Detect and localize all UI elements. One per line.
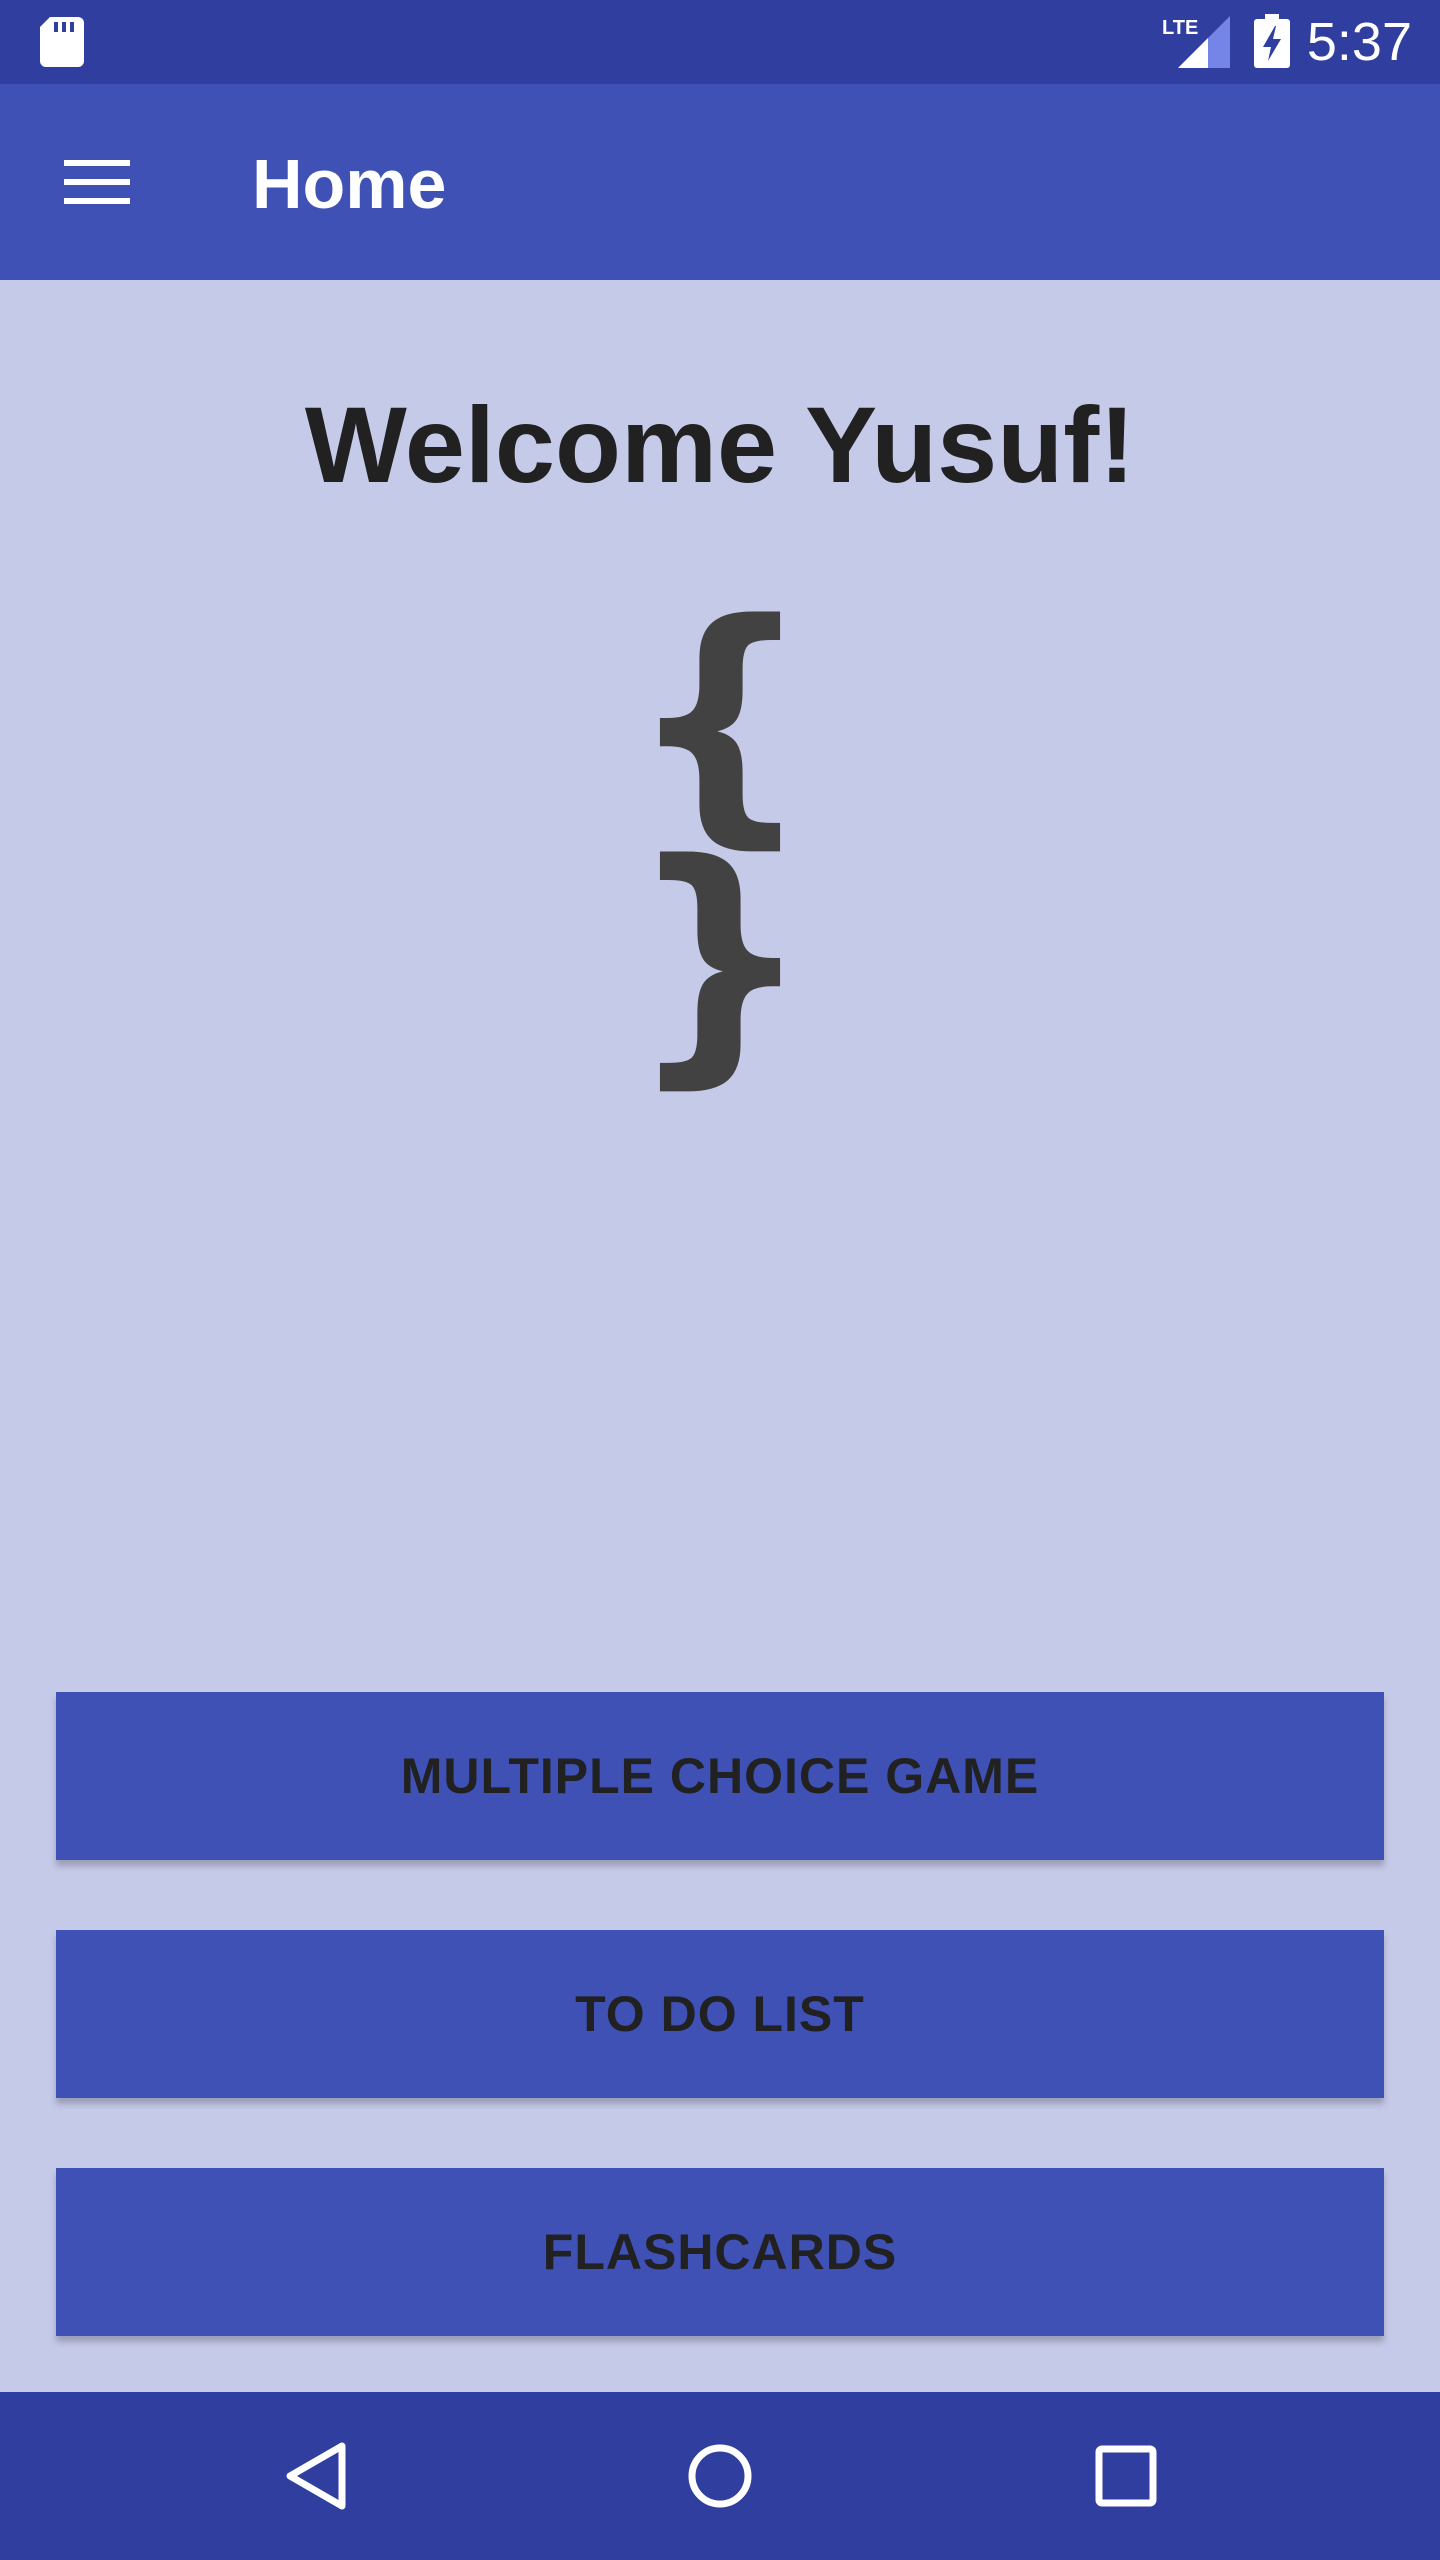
status-bar: LTE 5:37: [0, 0, 1440, 84]
app-bar: Home: [0, 84, 1440, 280]
home-circle-icon[interactable]: [670, 2426, 770, 2526]
multiple-choice-game-button[interactable]: MULTIPLE CHOICE GAME: [56, 1692, 1384, 1860]
page-title: Home: [252, 145, 447, 223]
lte-signal-icon: LTE: [1162, 16, 1230, 68]
screen: LTE 5:37 Home Welcome Yusuf! { } MULTIPL…: [0, 0, 1440, 2560]
battery-charging-icon: [1254, 14, 1290, 68]
back-triangle-icon[interactable]: [266, 2426, 366, 2526]
hamburger-menu-icon[interactable]: [56, 150, 140, 214]
sd-card-icon: [40, 17, 84, 67]
welcome-heading: Welcome Yusuf!: [304, 384, 1136, 505]
curly-braces-logo: { }: [627, 569, 813, 1111]
status-time: 5:37: [1306, 12, 1412, 72]
flashcards-button[interactable]: FLASHCARDS: [56, 2168, 1384, 2336]
recent-square-icon[interactable]: [1076, 2426, 1176, 2526]
to-do-list-button[interactable]: TO DO LIST: [56, 1930, 1384, 2098]
navigation-bar: [0, 2392, 1440, 2560]
lte-label: LTE: [1162, 17, 1198, 39]
